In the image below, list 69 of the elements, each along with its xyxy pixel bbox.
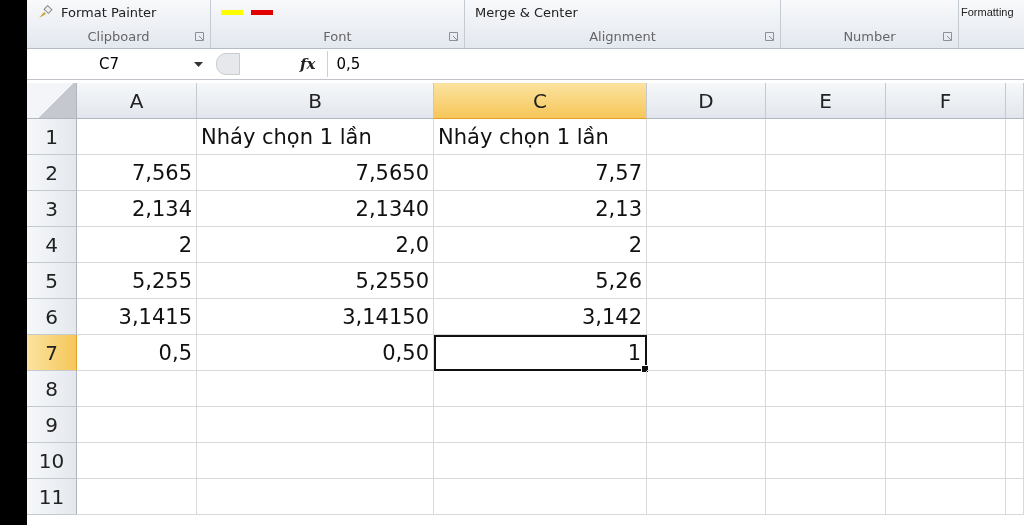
table-cell: 2,1340 <box>197 191 434 227</box>
fill-color-icon <box>221 9 243 15</box>
ribbon-button[interactable]: Formatting <box>961 6 1014 18</box>
table-cell: Nháy chọn 1 lần <box>197 119 434 155</box>
empty-cell <box>1006 227 1024 263</box>
row-header[interactable]: 6 <box>27 299 77 335</box>
dropdown-caret-icon[interactable] <box>194 61 203 67</box>
column-header[interactable]: E <box>766 83 886 119</box>
empty-cell <box>1006 443 1024 479</box>
row-header[interactable]: 8 <box>27 371 77 407</box>
column-header[interactable]: A <box>77 83 197 119</box>
table-cell: 2,0 <box>197 227 434 263</box>
dialog-launcher-icon[interactable] <box>765 31 774 41</box>
empty-cell <box>1006 155 1024 191</box>
table-cell: 0,50 <box>197 335 434 371</box>
font-color-icon <box>251 9 273 15</box>
table-cell: 2,13 <box>434 191 647 227</box>
table-cell: 2 <box>77 227 197 263</box>
table-cell: 5,255 <box>77 263 197 299</box>
ribbon-button[interactable]: Merge & Center <box>475 4 578 20</box>
formula-input[interactable]: 0,5 <box>327 51 1024 77</box>
group-label: Number <box>843 28 896 44</box>
row-header[interactable]: 10 <box>27 443 77 479</box>
empty-cell <box>1006 263 1024 299</box>
table-cell: 7,5650 <box>197 155 434 191</box>
empty-cell <box>1006 407 1024 443</box>
select-all-button[interactable] <box>27 83 77 119</box>
table-cell: 7,57 <box>434 155 647 191</box>
row-header[interactable]: 7 <box>27 335 77 371</box>
insert-function-button[interactable]: fx <box>298 55 318 73</box>
name-box[interactable]: C7 <box>27 53 208 75</box>
row-header[interactable]: 4 <box>27 227 77 263</box>
empty-cell <box>1006 479 1024 515</box>
column-header[interactable]: C <box>434 83 647 119</box>
table-cell: 3,142 <box>434 299 647 335</box>
table-cell: 5,2550 <box>197 263 434 299</box>
row-header[interactable]: 1 <box>27 119 77 155</box>
formula-resize-handle[interactable] <box>216 53 240 75</box>
row-header[interactable]: 5 <box>27 263 77 299</box>
paintbrush-icon <box>37 5 53 19</box>
dialog-launcher-icon[interactable] <box>943 31 952 41</box>
column-header[interactable]: F <box>886 83 1006 119</box>
empty-cell <box>1006 335 1024 371</box>
empty-cell <box>1006 191 1024 227</box>
group-label: Alignment <box>589 28 656 44</box>
column-header[interactable]: B <box>197 83 434 119</box>
table-cell: 2,134 <box>77 191 197 227</box>
table-cell: 0,5 <box>77 335 197 371</box>
table-cell: 5,26 <box>434 263 647 299</box>
column-header[interactable]: D <box>647 83 766 119</box>
empty-cell <box>1006 299 1024 335</box>
row-header[interactable]: 3 <box>27 191 77 227</box>
row-header[interactable]: 9 <box>27 407 77 443</box>
table-cell: 1 <box>434 335 647 371</box>
dialog-launcher-icon[interactable] <box>449 31 458 41</box>
ribbon-button[interactable]: Format Painter <box>61 4 157 20</box>
fill-handle[interactable] <box>641 365 649 373</box>
table-cell: 3,1415 <box>77 299 197 335</box>
row-header[interactable]: 2 <box>27 155 77 191</box>
empty-cell <box>1006 371 1024 407</box>
table-cell: 7,565 <box>77 155 197 191</box>
group-label: Font <box>323 28 352 44</box>
table-cell: Nháy chọn 1 lần <box>434 119 647 155</box>
group-label: Clipboard <box>87 28 150 44</box>
dialog-launcher-icon[interactable] <box>195 31 204 41</box>
row-header[interactable]: 11 <box>27 479 77 515</box>
column-header[interactable] <box>1006 83 1024 119</box>
table-cell: 2 <box>434 227 647 263</box>
table-cell: 3,14150 <box>197 299 434 335</box>
